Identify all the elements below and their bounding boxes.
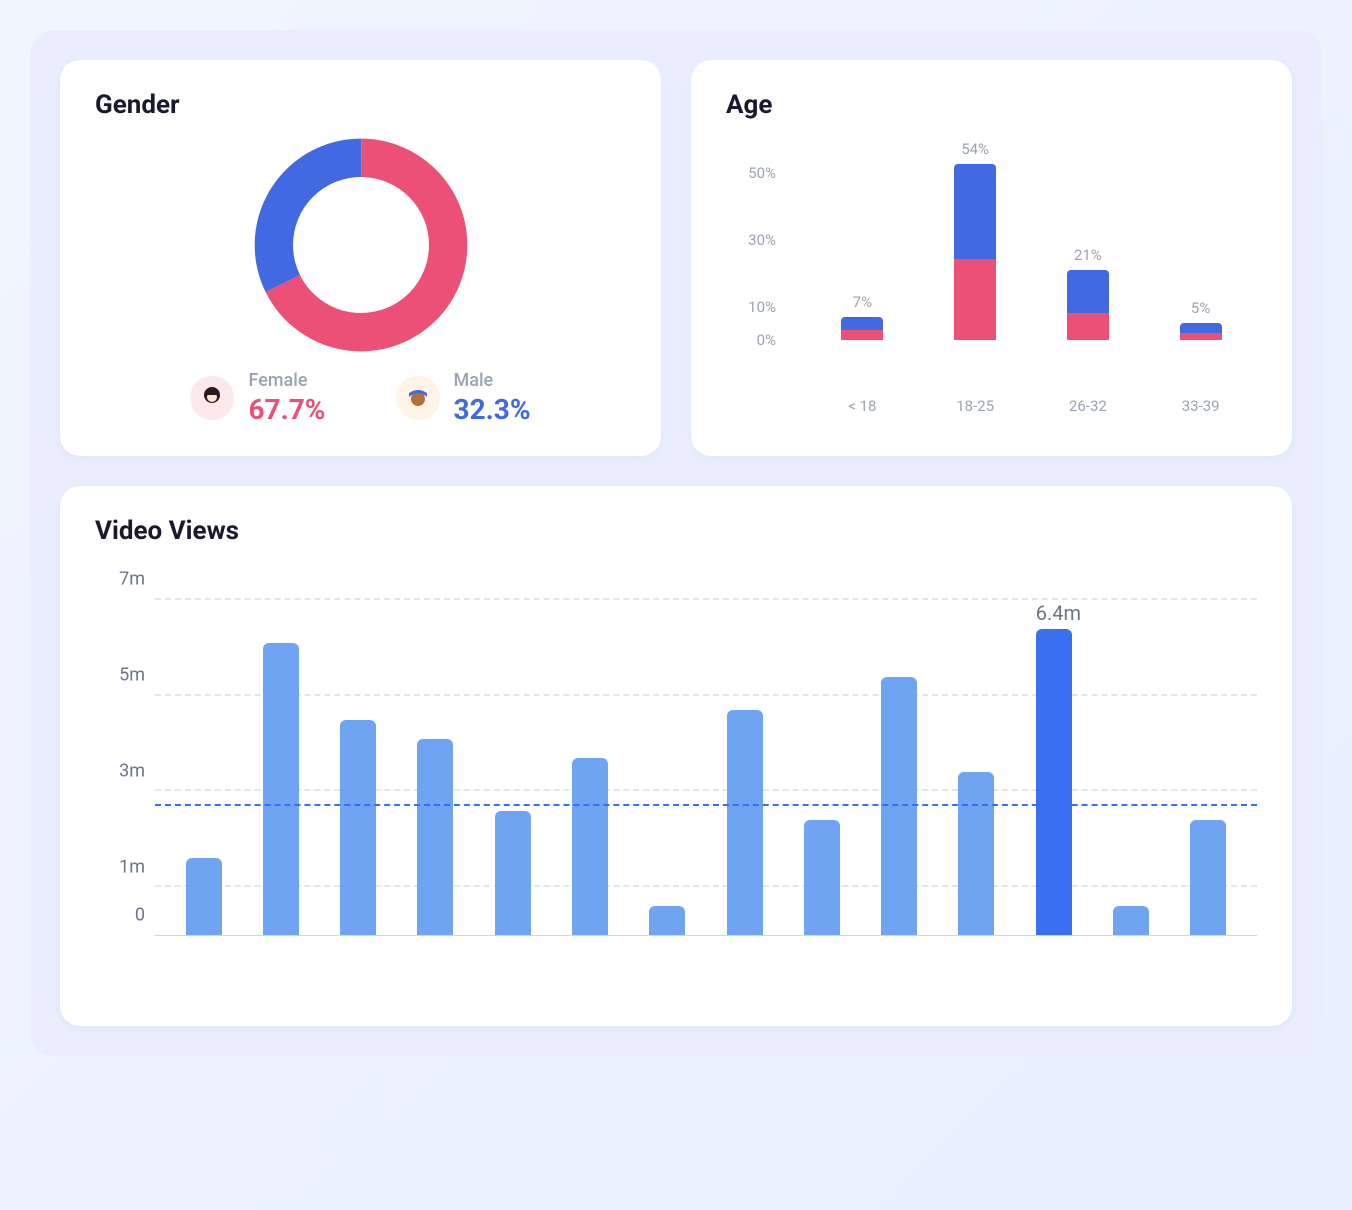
age-ytick: 50% bbox=[748, 164, 776, 182]
vv-bar-col bbox=[495, 576, 531, 935]
age-xtick: 26-32 bbox=[1058, 397, 1118, 415]
male-label: Male bbox=[454, 370, 531, 391]
vv-bar bbox=[727, 710, 763, 935]
female-value: 67.7% bbox=[248, 393, 325, 426]
vv-bar bbox=[572, 758, 608, 935]
age-bar: 5% bbox=[1171, 140, 1231, 340]
vv-bar bbox=[958, 772, 994, 935]
age-bar-chart: 50% 30% 10% 0% 7% 54% 21% 5% bbox=[726, 140, 1257, 385]
vv-bar-col: 6.4m bbox=[1036, 576, 1072, 935]
gender-legend: Female 67.7% Male 32.3% bbox=[95, 370, 626, 426]
age-xtick: 18-25 bbox=[945, 397, 1005, 415]
vv-ytick: 7m bbox=[119, 569, 145, 590]
age-bar-male-segment bbox=[841, 317, 883, 330]
vv-bar bbox=[495, 811, 531, 935]
vv-average-line bbox=[155, 804, 1257, 806]
vv-bar-col bbox=[649, 576, 685, 935]
vv-plot-area: 6.4m bbox=[155, 576, 1257, 936]
vv-bar bbox=[1113, 906, 1149, 935]
vv-ytick: 3m bbox=[119, 761, 145, 782]
female-label: Female bbox=[248, 370, 325, 391]
vv-bar-col bbox=[186, 576, 222, 935]
vv-bar-col bbox=[804, 576, 840, 935]
age-bar: 7% bbox=[832, 140, 892, 340]
vv-bar-col bbox=[958, 576, 994, 935]
age-ytick: 30% bbox=[748, 231, 776, 249]
vv-ytick: 1m bbox=[119, 857, 145, 878]
vv-y-axis: 7m 5m 3m 1m 0 bbox=[95, 576, 155, 936]
analytics-dashboard: Gender Female 67.7% bbox=[30, 30, 1322, 1056]
age-xtick: < 18 bbox=[832, 397, 892, 415]
vv-bar bbox=[263, 643, 299, 935]
vv-bar bbox=[1190, 820, 1226, 935]
age-bar-female-segment bbox=[954, 259, 996, 340]
vv-bar bbox=[340, 720, 376, 935]
gender-card: Gender Female 67.7% bbox=[60, 60, 661, 456]
age-x-axis: < 18 18-25 26-32 33-39 bbox=[806, 397, 1257, 415]
vv-bar bbox=[881, 677, 917, 935]
age-y-axis: 50% 30% 10% 0% bbox=[726, 140, 776, 340]
male-avatar-icon bbox=[396, 376, 440, 420]
vv-bar bbox=[417, 739, 453, 935]
age-ytick: 0% bbox=[757, 331, 776, 349]
video-views-chart: 7m 5m 3m 1m 0 6.4m bbox=[95, 576, 1257, 996]
vv-bar-col bbox=[572, 576, 608, 935]
vv-bar bbox=[649, 906, 685, 935]
vv-bar-col bbox=[340, 576, 376, 935]
age-bar-male-segment bbox=[1180, 323, 1222, 333]
gender-legend-female: Female 67.7% bbox=[190, 370, 325, 426]
age-bar-female-segment bbox=[1067, 313, 1109, 340]
age-bar-female-segment bbox=[841, 330, 883, 340]
age-bar: 54% bbox=[945, 140, 1005, 340]
male-value: 32.3% bbox=[454, 393, 531, 426]
vv-ytick: 5m bbox=[119, 665, 145, 686]
age-bar-male-segment bbox=[954, 164, 996, 259]
vv-bar-col bbox=[881, 576, 917, 935]
age-bar-total-label: 54% bbox=[961, 140, 989, 158]
video-views-title: Video Views bbox=[95, 516, 1257, 546]
age-bar-male-segment bbox=[1067, 270, 1109, 313]
vv-bar bbox=[804, 820, 840, 935]
video-views-card: Video Views 7m 5m 3m 1m 0 6.4m bbox=[60, 486, 1292, 1026]
age-xtick: 33-39 bbox=[1171, 397, 1231, 415]
vv-bar bbox=[186, 858, 222, 935]
vv-highlight-label: 6.4m bbox=[1036, 601, 1081, 625]
age-bar-female-segment bbox=[1180, 333, 1222, 340]
age-ytick: 10% bbox=[748, 298, 776, 316]
gender-donut-chart bbox=[246, 130, 476, 360]
age-card: Age 50% 30% 10% 0% 7% 54% 21% 5% < 18 18-25 2… bbox=[691, 60, 1292, 456]
vv-ytick: 0 bbox=[135, 905, 145, 926]
vv-bar: 6.4m bbox=[1036, 629, 1072, 935]
gender-legend-male: Male 32.3% bbox=[396, 370, 531, 426]
age-bar-total-label: 7% bbox=[853, 293, 872, 311]
female-avatar-icon bbox=[190, 376, 234, 420]
age-bar-total-label: 21% bbox=[1074, 246, 1102, 264]
vv-bar-col bbox=[417, 576, 453, 935]
vv-bar-col bbox=[1190, 576, 1226, 935]
age-bar-total-label: 5% bbox=[1191, 299, 1210, 317]
vv-bar-col bbox=[263, 576, 299, 935]
vv-bar-col bbox=[1113, 576, 1149, 935]
age-title: Age bbox=[726, 90, 1257, 120]
gender-title: Gender bbox=[95, 90, 626, 120]
vv-bar-col bbox=[727, 576, 763, 935]
age-bar: 21% bbox=[1058, 140, 1118, 340]
